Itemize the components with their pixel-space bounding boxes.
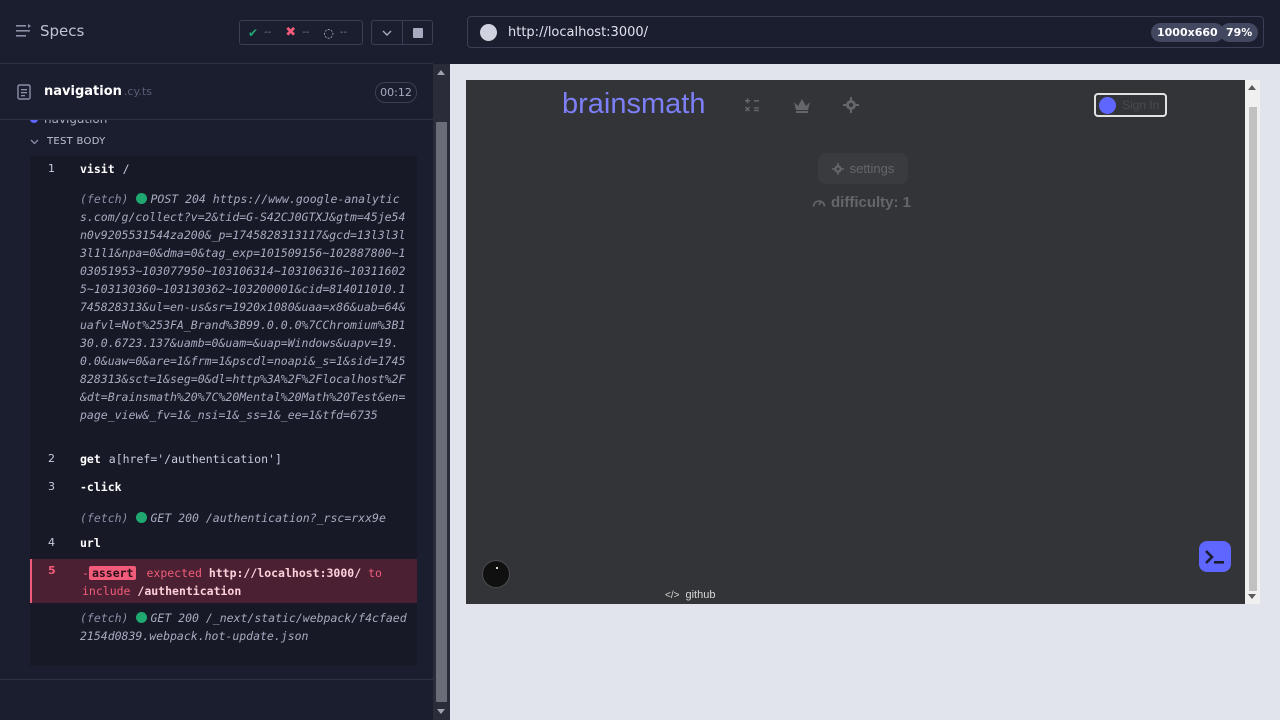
stop-icon bbox=[412, 27, 423, 38]
list-icon bbox=[16, 24, 31, 37]
expand-button[interactable] bbox=[371, 20, 403, 45]
github-link[interactable]: </> github bbox=[665, 589, 715, 601]
settings-label: settings bbox=[849, 161, 895, 176]
gear-icon bbox=[831, 162, 844, 175]
difficulty-label: difficulty: 1 bbox=[831, 194, 912, 211]
command-visit[interactable]: 1 visit / bbox=[30, 162, 417, 184]
assert-badge: assert bbox=[88, 566, 137, 580]
fetch-details: POST 204 https://www.google-analytics.co… bbox=[80, 192, 406, 422]
spec-duration: 00:12 bbox=[375, 82, 417, 103]
command-name: url bbox=[80, 536, 101, 550]
spec-filename: navigation bbox=[44, 84, 122, 99]
reporter-footer-divider bbox=[0, 679, 433, 680]
reporter-panel: Specs ✔ -- ✖ -- ◌ -- navigation .cy.ts 00… bbox=[0, 0, 450, 720]
app-logo[interactable]: brainsmath bbox=[562, 88, 705, 121]
stop-button[interactable] bbox=[403, 20, 433, 45]
cross-icon: ✖ bbox=[285, 25, 297, 40]
spec-name: navigation .cy.ts bbox=[44, 84, 152, 99]
difficulty-indicator[interactable]: difficulty: 1 bbox=[812, 194, 911, 211]
terminal-icon bbox=[1205, 549, 1224, 564]
command-log-area: navigation TEST BODY 1 visit/ (fetch)POS… bbox=[0, 120, 433, 680]
url-bar[interactable]: http://localhost:3000/ 1000x660 79% bbox=[467, 16, 1264, 48]
pending-count: -- bbox=[339, 27, 348, 38]
document-icon bbox=[17, 84, 31, 100]
status-dot-icon bbox=[136, 512, 148, 523]
spec-row[interactable]: navigation .cy.ts 00:12 bbox=[0, 64, 433, 120]
test-body-label: TEST BODY bbox=[47, 136, 106, 147]
assert-expected-value: /authentication bbox=[137, 584, 242, 598]
viewport-badge[interactable]: 1000x660 bbox=[1151, 23, 1224, 42]
sign-in-label: Sign In bbox=[1122, 98, 1160, 112]
scroll-up-icon[interactable] bbox=[1248, 85, 1256, 90]
command-number: 1 bbox=[48, 162, 55, 175]
suite-title-label: navigation bbox=[44, 120, 107, 126]
suite-title[interactable]: navigation bbox=[30, 120, 107, 126]
gauge-icon bbox=[812, 200, 826, 207]
url-bar-area: http://localhost:3000/ 1000x660 79% bbox=[450, 0, 1280, 64]
assert-include-word: include bbox=[82, 584, 131, 598]
app-scrollbar[interactable] bbox=[1245, 80, 1260, 604]
failed-count: -- bbox=[302, 27, 310, 38]
assert-actual-value: http://localhost:3000/ bbox=[208, 566, 362, 580]
zoom-badge[interactable]: 79% bbox=[1220, 23, 1259, 42]
command-name: get bbox=[80, 452, 101, 466]
status-dot-icon bbox=[136, 612, 148, 623]
fetch-label: (fetch) bbox=[80, 611, 129, 625]
scroll-down-icon[interactable] bbox=[1248, 594, 1256, 599]
check-icon: ✔ bbox=[248, 25, 259, 40]
command-arg: / bbox=[122, 162, 130, 176]
suite-status-icon bbox=[30, 120, 38, 123]
crown-icon[interactable] bbox=[792, 97, 812, 113]
fetch-label: (fetch) bbox=[80, 511, 129, 525]
sign-in-button[interactable]: Sign In bbox=[1094, 93, 1167, 117]
loading-spinner bbox=[482, 560, 510, 588]
passed-count: -- bbox=[264, 27, 272, 38]
github-label: github bbox=[685, 589, 716, 601]
specs-toggle-button[interactable]: Specs bbox=[16, 22, 84, 40]
fetch-details: GET 200 /authentication?_rsc=rxx9e bbox=[150, 511, 386, 525]
command-number: 3 bbox=[48, 480, 55, 493]
chevron-down-icon bbox=[382, 30, 392, 36]
assert-prefix: - bbox=[82, 566, 89, 580]
scroll-thumb[interactable] bbox=[1249, 107, 1257, 591]
gear-icon[interactable] bbox=[843, 97, 859, 113]
command-number: 5 bbox=[48, 564, 56, 577]
settings-button[interactable]: settings bbox=[818, 153, 908, 184]
pending-icon: ◌ bbox=[323, 25, 334, 40]
command-assert-failed[interactable]: 5 - assert expected http://localhost:3000/… bbox=[30, 559, 417, 603]
terminal-button[interactable] bbox=[1199, 541, 1231, 572]
url-text[interactable]: http://localhost:3000/ bbox=[508, 25, 648, 40]
fetch-details: GET 200 /_next/static/webpack/f4cfaed215… bbox=[80, 611, 407, 643]
calculator-icon[interactable] bbox=[744, 97, 760, 113]
reporter-scrollbar[interactable] bbox=[433, 64, 450, 720]
app-viewport: brainsmath Sign In settings difficulty: … bbox=[466, 80, 1245, 604]
command-arg: a[href='/authentication'] bbox=[108, 452, 282, 466]
avatar bbox=[1099, 96, 1116, 114]
aut-panel: http://localhost:3000/ 1000x660 79% brai… bbox=[450, 0, 1280, 720]
test-stats: ✔ -- ✖ -- ◌ -- bbox=[239, 20, 363, 45]
globe-icon bbox=[480, 24, 497, 41]
scroll-down-icon[interactable] bbox=[437, 709, 445, 714]
scroll-thumb[interactable] bbox=[436, 122, 447, 702]
command-number: 2 bbox=[48, 452, 55, 465]
code-icon: </> bbox=[665, 589, 680, 601]
scroll-up-icon[interactable] bbox=[437, 70, 445, 75]
command-name: visit bbox=[80, 162, 115, 176]
command-log: 1 visit / (fetch) POST 204 https://www.goo… bbox=[30, 156, 417, 666]
assert-to-word: to bbox=[368, 566, 382, 580]
status-dot-icon bbox=[136, 193, 148, 204]
spec-extension: .cy.ts bbox=[123, 85, 152, 98]
fetch-label: (fetch) bbox=[80, 192, 129, 206]
command-name: -click bbox=[80, 480, 122, 494]
chevron-down-icon bbox=[30, 139, 39, 144]
command-number: 4 bbox=[48, 536, 55, 549]
reporter-header: Specs ✔ -- ✖ -- ◌ -- bbox=[0, 0, 433, 64]
specs-label: Specs bbox=[40, 22, 85, 40]
test-body-header[interactable]: TEST BODY bbox=[30, 136, 106, 147]
assert-expected-word: expected bbox=[146, 566, 202, 580]
